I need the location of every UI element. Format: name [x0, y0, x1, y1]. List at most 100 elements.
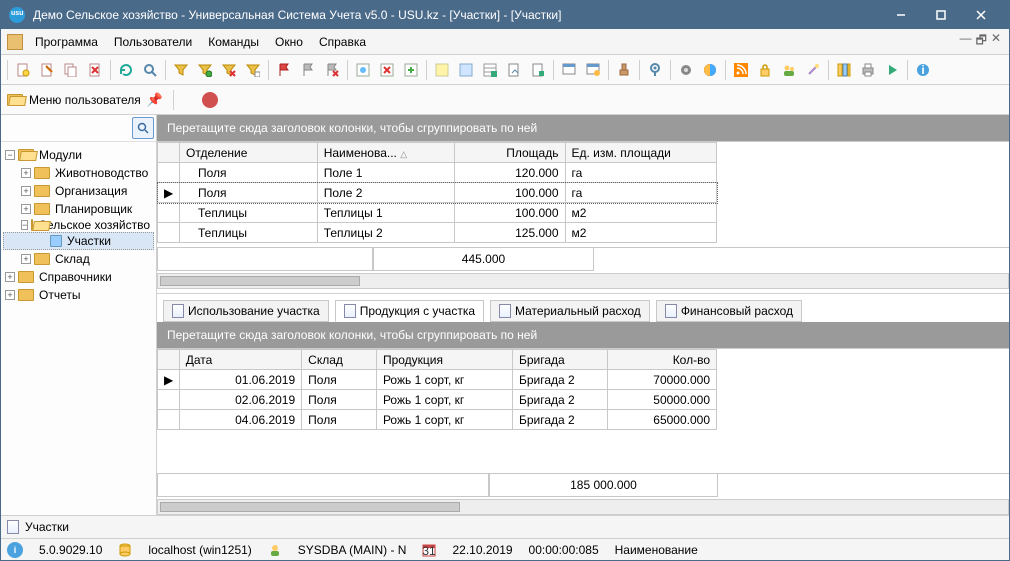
note-yellow-icon[interactable] — [431, 59, 453, 81]
menu-window[interactable]: Окно — [267, 33, 311, 51]
tree-node-organization[interactable]: +Организация — [3, 182, 154, 200]
tree-node-agriculture[interactable]: −Сельское хозяйство — [3, 218, 154, 232]
doc-icon — [499, 304, 511, 318]
detail-tabs: Использование участка Продукция с участк… — [157, 293, 1009, 322]
copy-icon[interactable] — [60, 59, 82, 81]
col-brigade[interactable]: Бригада — [512, 350, 607, 370]
col-unit[interactable]: Ед. изм. площади — [565, 143, 717, 163]
maximize-button[interactable] — [921, 1, 961, 29]
mdi-minimize-icon[interactable]: — — [960, 31, 972, 52]
menu-commands[interactable]: Команды — [200, 33, 267, 51]
user-icon — [268, 543, 282, 557]
col-product[interactable]: Продукция — [376, 350, 512, 370]
tree-node-plots[interactable]: Участки — [3, 232, 154, 250]
rss-icon[interactable] — [730, 59, 752, 81]
filter-list-icon[interactable] — [242, 59, 264, 81]
stamp-icon[interactable] — [613, 59, 635, 81]
export-a-icon[interactable] — [503, 59, 525, 81]
export-b-icon[interactable] — [527, 59, 549, 81]
tab-material[interactable]: Материальный расход — [490, 300, 650, 322]
magic-icon[interactable] — [802, 59, 824, 81]
production-scrollbar[interactable] — [157, 499, 1009, 515]
record-icon[interactable] — [202, 92, 218, 108]
col-date[interactable]: Дата — [179, 350, 301, 370]
tree-node-refs[interactable]: +Справочники — [3, 268, 154, 286]
refresh-icon[interactable] — [115, 59, 137, 81]
columns-icon[interactable] — [833, 59, 855, 81]
flag-red-icon[interactable] — [273, 59, 295, 81]
plots-total-row: 445.000 — [157, 247, 1009, 271]
status-field: Наименование — [615, 543, 698, 557]
menu-program[interactable]: Программа — [27, 33, 106, 51]
minimize-button[interactable] — [881, 1, 921, 29]
tree-search-button[interactable] — [132, 117, 154, 139]
color-icon[interactable] — [699, 59, 721, 81]
grid-excel-icon[interactable] — [479, 59, 501, 81]
users-icon[interactable] — [778, 59, 800, 81]
table-row[interactable]: 02.06.2019ПоляРожь 1 сорт, кгБригада 250… — [158, 390, 717, 410]
delete-icon[interactable] — [84, 59, 106, 81]
new-icon[interactable] — [12, 59, 34, 81]
lock-icon[interactable] — [754, 59, 776, 81]
sidebar: −Модули +Животноводство +Организация +Пл… — [1, 115, 157, 515]
flag-clear-icon[interactable] — [321, 59, 343, 81]
table-row[interactable]: ТеплицыТеплицы 2125.000м2 — [158, 223, 717, 243]
filter-icon[interactable] — [170, 59, 192, 81]
table-row[interactable]: ПоляПоле 1120.000га — [158, 163, 717, 183]
main-toolbar: i — [1, 55, 1009, 85]
table-row-selected[interactable]: ▶01.06.2019ПоляРожь 1 сорт, кгБригада 27… — [158, 370, 717, 390]
note-blue-icon[interactable] — [455, 59, 477, 81]
tool-b-icon[interactable] — [376, 59, 398, 81]
col-area[interactable]: Площадь — [455, 143, 565, 163]
pin-toggle-icon[interactable]: 📌 — [147, 92, 163, 108]
window-b-icon[interactable] — [582, 59, 604, 81]
table-header[interactable]: Отделение Наименова... △ Площадь Ед. изм… — [158, 143, 717, 163]
tree-node-planner[interactable]: +Планировщик — [3, 200, 154, 218]
menu-users[interactable]: Пользователи — [106, 33, 200, 51]
tree-node-warehouse[interactable]: +Склад — [3, 250, 154, 268]
statusbar: i 5.0.9029.10 localhost (win1251) SYSDBA… — [1, 538, 1009, 560]
close-button[interactable] — [961, 1, 1001, 29]
gear-icon[interactable] — [675, 59, 697, 81]
db-icon — [50, 235, 62, 247]
edit-icon[interactable] — [36, 59, 58, 81]
tree-node-livestock[interactable]: +Животноводство — [3, 164, 154, 182]
group-by-hint[interactable]: Перетащите сюда заголовок колонки, чтобы… — [157, 115, 1009, 141]
filter-set-icon[interactable] — [194, 59, 216, 81]
mdi-restore-icon[interactable]: 🗗 — [976, 31, 987, 52]
tab-finance[interactable]: Финансовый расход — [656, 300, 802, 322]
pin-icon[interactable] — [644, 59, 666, 81]
tool-a-icon[interactable] — [352, 59, 374, 81]
tree-node-modules[interactable]: −Модули — [3, 146, 154, 164]
tree-node-reports[interactable]: +Отчеты — [3, 286, 154, 304]
print-icon[interactable] — [857, 59, 879, 81]
user-menu-label[interactable]: Меню пользователя — [29, 93, 141, 107]
window-tab-plots[interactable]: Участки — [25, 520, 69, 534]
navigation-tree[interactable]: −Модули +Животноводство +Организация +Пл… — [1, 142, 156, 515]
tool-c-icon[interactable] — [400, 59, 422, 81]
col-qty[interactable]: Кол-во — [608, 350, 717, 370]
svg-text:i: i — [921, 63, 924, 77]
menu-icon — [7, 34, 23, 50]
menu-help[interactable]: Справка — [311, 33, 374, 51]
window-a-icon[interactable] — [558, 59, 580, 81]
table-row[interactable]: 04.06.2019ПоляРожь 1 сорт, кгБригада 265… — [158, 410, 717, 430]
plots-scrollbar[interactable] — [157, 273, 1009, 289]
play-icon[interactable] — [881, 59, 903, 81]
mdi-close-icon[interactable]: ✕ — [991, 31, 1001, 52]
col-department[interactable]: Отделение — [180, 143, 318, 163]
flag-grey-icon[interactable] — [297, 59, 319, 81]
production-table[interactable]: Дата Склад Продукция Бригада Кол-во ▶01.… — [157, 349, 717, 430]
tab-production[interactable]: Продукция с участка — [335, 300, 484, 322]
col-warehouse[interactable]: Склад — [302, 350, 377, 370]
info-icon[interactable]: i — [912, 59, 934, 81]
group-by-hint-2[interactable]: Перетащите сюда заголовок колонки, чтобы… — [157, 322, 1009, 348]
tab-usage[interactable]: Использование участка — [163, 300, 329, 322]
search-icon[interactable] — [139, 59, 161, 81]
table-row[interactable]: ТеплицыТеплицы 1100.000м2 — [158, 203, 717, 223]
col-name[interactable]: Наименова... △ — [317, 143, 455, 163]
table-header[interactable]: Дата Склад Продукция Бригада Кол-во — [158, 350, 717, 370]
filter-clear-icon[interactable] — [218, 59, 240, 81]
table-row-selected[interactable]: ▶ПоляПоле 2100.000га — [158, 183, 717, 203]
plots-table[interactable]: Отделение Наименова... △ Площадь Ед. изм… — [157, 142, 717, 243]
